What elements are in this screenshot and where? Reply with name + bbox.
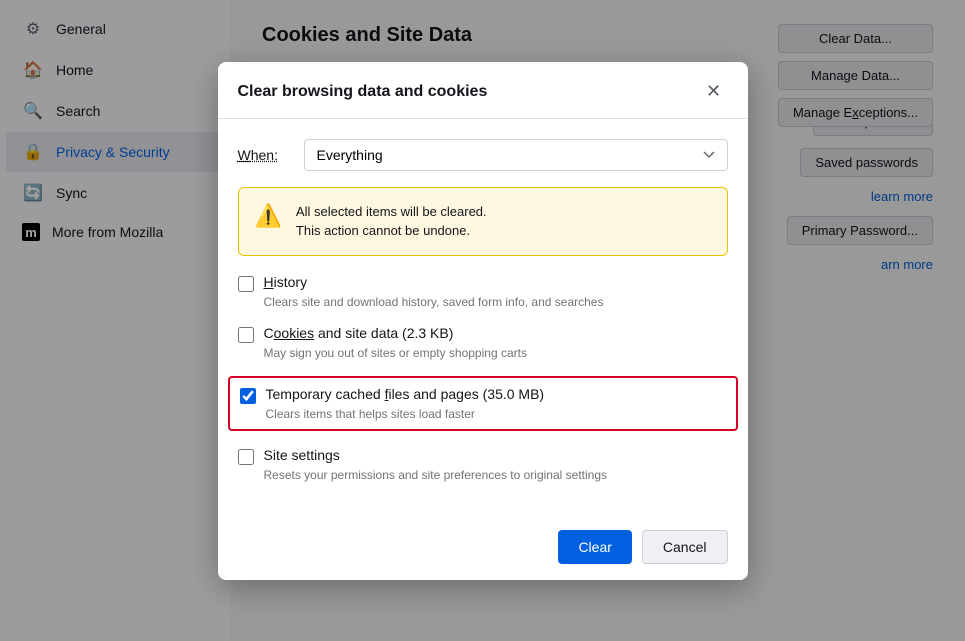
warning-icon: ⚠️ (255, 203, 282, 229)
history-label-text: History (264, 274, 308, 290)
site-settings-label-text: Site settings (264, 447, 340, 463)
checkbox-cookies: Cookies and site data (2.3 KB) May sign … (238, 325, 728, 360)
site-settings-desc: Resets your permissions and site prefere… (264, 468, 728, 482)
when-select[interactable]: Everything Last Hour Last 2 Hours Last 4… (304, 139, 728, 171)
when-row: When: Everything Last Hour Last 2 Hours … (238, 139, 728, 171)
site-settings-checkbox[interactable] (238, 449, 254, 465)
dialog-footer: Clear Cancel (218, 518, 748, 580)
cache-desc: Clears items that helps sites load faste… (266, 407, 726, 421)
dialog-body: When: Everything Last Hour Last 2 Hours … (218, 119, 748, 518)
warning-box: ⚠️ All selected items will be cleared. T… (238, 187, 728, 256)
cache-label-text: Temporary cached files and pages (35.0 M… (266, 386, 545, 402)
cookies-desc: May sign you out of sites or empty shopp… (264, 346, 728, 360)
dialog-title: Clear browsing data and cookies (238, 83, 488, 101)
cookies-label-text: Cookies and site data (2.3 KB) (264, 325, 454, 341)
close-button[interactable]: ✕ (700, 78, 728, 106)
cancel-button[interactable]: Cancel (642, 530, 728, 564)
dialog: Clear browsing data and cookies ✕ When: … (218, 62, 748, 580)
checkbox-history: History Clears site and download history… (238, 274, 728, 309)
checkbox-history-label[interactable]: History (238, 274, 728, 292)
cookies-checkbox[interactable] (238, 327, 254, 343)
when-label: When: (238, 147, 288, 163)
checkbox-cache-label[interactable]: Temporary cached files and pages (35.0 M… (240, 386, 726, 404)
dialog-header: Clear browsing data and cookies ✕ (218, 62, 748, 119)
clear-button[interactable]: Clear (558, 530, 631, 564)
checkbox-site-settings: Site settings Resets your permissions an… (238, 447, 728, 482)
warning-text: All selected items will be cleared. This… (296, 202, 487, 241)
history-desc: Clears site and download history, saved … (264, 295, 728, 309)
checkbox-site-settings-label[interactable]: Site settings (238, 447, 728, 465)
cache-checkbox[interactable] (240, 388, 256, 404)
checkbox-cookies-label[interactable]: Cookies and site data (2.3 KB) (238, 325, 728, 343)
checkbox-cache: Temporary cached files and pages (35.0 M… (228, 376, 738, 431)
modal-overlay: Clear browsing data and cookies ✕ When: … (0, 0, 965, 641)
history-checkbox[interactable] (238, 276, 254, 292)
